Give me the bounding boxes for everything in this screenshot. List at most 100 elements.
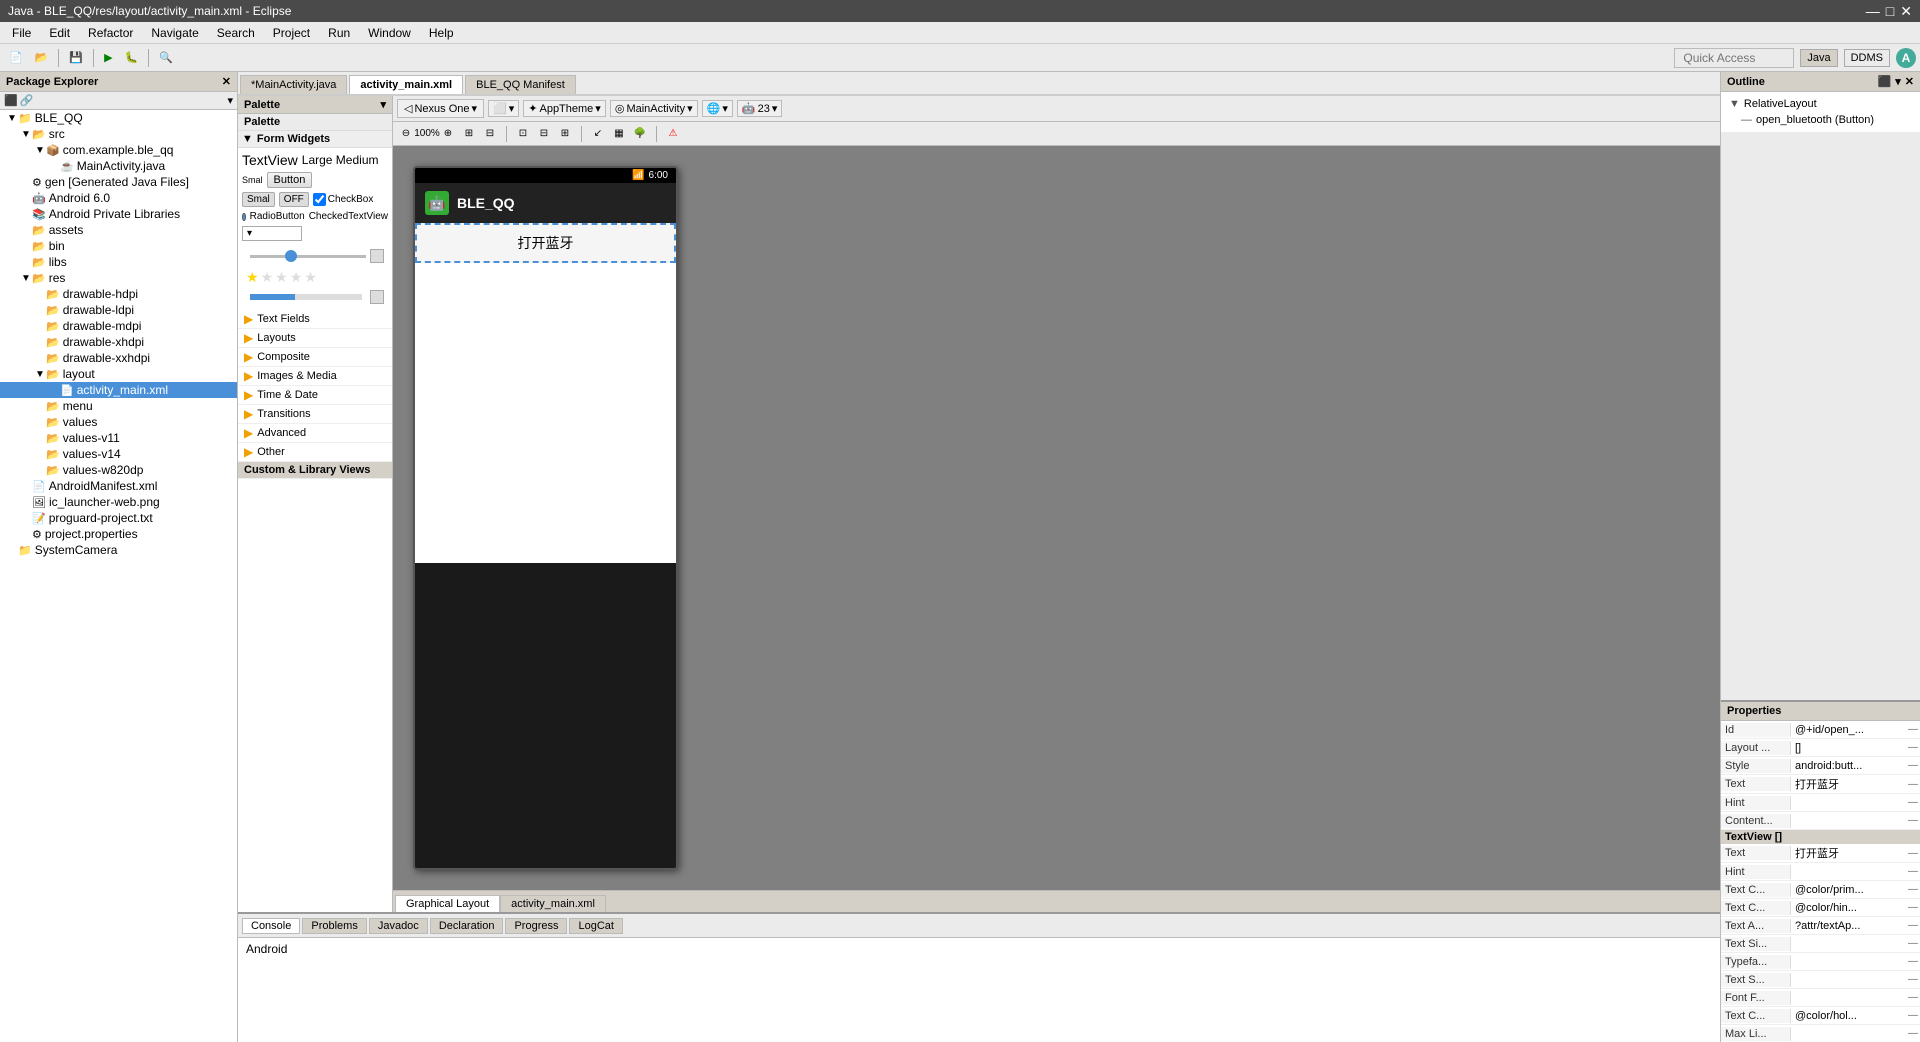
theme-dropdown[interactable]: ✦ AppTheme ▾ <box>523 100 606 117</box>
activity-dropdown[interactable]: ◎ MainActivity ▾ <box>610 100 698 117</box>
show-bounds-icon[interactable]: ⊡ <box>514 125 532 143</box>
tree-item-12[interactable]: 📂drawable-ldpi <box>0 302 237 318</box>
prop-action-2[interactable]: — <box>1906 760 1920 771</box>
palette-images-media[interactable]: ▶ Images & Media <box>238 367 392 386</box>
tree-item-7[interactable]: 📂assets <box>0 222 237 238</box>
prop-row-1[interactable]: Layout ...[]— <box>1721 739 1920 757</box>
hierarchy-icon[interactable]: 🌳 <box>631 125 649 143</box>
toolbar-search-btn[interactable]: 🔍 <box>154 48 178 67</box>
prop-action-1[interactable]: — <box>1906 742 1920 753</box>
tree-item-18[interactable]: 📂menu <box>0 398 237 414</box>
console-tab-console[interactable]: Console <box>242 918 300 934</box>
orientation-btn[interactable]: ⬜ ▾ <box>488 100 519 117</box>
open-bluetooth-button[interactable]: 打开蓝牙 <box>415 223 676 263</box>
locale-dropdown[interactable]: 🌐 ▾ <box>702 100 733 117</box>
perspectives-btn[interactable]: Java <box>1800 49 1837 67</box>
tree-item-15[interactable]: 📂drawable-xxhdpi <box>0 350 237 366</box>
menu-item-search[interactable]: Search <box>209 24 263 42</box>
togglebutton-widget[interactable]: Smal <box>242 192 275 207</box>
device-dropdown[interactable]: ◁ Nexus One ▾ <box>397 99 484 118</box>
tree-item-27[interactable]: 📁SystemCamera <box>0 542 237 558</box>
prop-action-8[interactable]: — <box>1906 866 1920 877</box>
tree-item-9[interactable]: 📂libs <box>0 254 237 270</box>
spinner-widget[interactable]: ▾ <box>242 226 302 241</box>
prop-action-17[interactable]: — <box>1906 1028 1920 1039</box>
close-button[interactable]: ✕ <box>1900 3 1912 20</box>
toolbar-save-btn[interactable]: 💾 <box>64 48 88 67</box>
console-tab-logcat[interactable]: LogCat <box>569 918 622 934</box>
prop-row-15[interactable]: Font F...— <box>1721 989 1920 1007</box>
prop-row-0[interactable]: Id@+id/open_...— <box>1721 721 1920 739</box>
layout-params-icon[interactable]: ▦ <box>610 125 628 143</box>
tree-item-21[interactable]: 📂values-v14 <box>0 446 237 462</box>
prop-action-16[interactable]: — <box>1906 1010 1920 1021</box>
tree-item-22[interactable]: 📂values-w820dp <box>0 462 237 478</box>
zoom-fit-icon[interactable]: ⊞ <box>460 125 478 143</box>
maximize-button[interactable]: □ <box>1886 3 1894 20</box>
api-dropdown[interactable]: 🤖 23 ▾ <box>737 100 782 117</box>
outline-relative-layout[interactable]: ▼ RelativeLayout <box>1725 96 1916 112</box>
tree-item-11[interactable]: 📂drawable-hdpi <box>0 286 237 302</box>
toolbar-run-btn[interactable]: ▶ <box>99 48 117 67</box>
prop-row-2[interactable]: Styleandroid:butt...— <box>1721 757 1920 775</box>
tree-item-26[interactable]: ⚙project.properties <box>0 526 237 542</box>
prop-action-4[interactable]: — <box>1906 797 1920 808</box>
prop-action-15[interactable]: — <box>1906 992 1920 1003</box>
editor-tab-ble-qq-manifest[interactable]: BLE_QQ Manifest <box>465 75 576 94</box>
checkedtextview-label[interactable]: CheckedTextView <box>309 211 388 222</box>
textview-small[interactable]: Smal <box>242 175 263 185</box>
editor-tab-activity-main-xml[interactable]: activity_main.xml <box>349 75 463 94</box>
tree-item-16[interactable]: ▼📂layout <box>0 366 237 382</box>
toolbar-open-btn[interactable]: 📂 <box>30 48 54 67</box>
phone-content[interactable]: 打开蓝牙 <box>415 223 676 563</box>
tree-item-24[interactable]: 🖼ic_launcher-web.png <box>0 494 237 510</box>
menu-item-help[interactable]: Help <box>421 24 462 42</box>
outline-button-item[interactable]: — open_bluetooth (Button) <box>1725 112 1916 128</box>
editor-tab--mainactivity-java[interactable]: *MainActivity.java <box>240 75 347 94</box>
console-tab-declaration[interactable]: Declaration <box>430 918 504 934</box>
palette-custom-library[interactable]: Custom & Library Views <box>238 462 392 479</box>
prop-row-10[interactable]: Text C...@color/hin...— <box>1721 899 1920 917</box>
menu-item-edit[interactable]: Edit <box>41 24 78 42</box>
prop-action-3[interactable]: — <box>1906 779 1920 790</box>
tree-item-10[interactable]: ▼📂res <box>0 270 237 286</box>
menu-item-file[interactable]: File <box>4 24 39 42</box>
prop-row-9[interactable]: Text C...@color/prim...— <box>1721 881 1920 899</box>
tree-item-5[interactable]: 🤖Android 6.0 <box>0 190 237 206</box>
prop-row-12[interactable]: Text Si...— <box>1721 935 1920 953</box>
prop-row-5[interactable]: Content...— <box>1721 812 1920 830</box>
outline-collapse-btn[interactable]: ⬛ <box>1878 75 1892 88</box>
menu-item-run[interactable]: Run <box>320 24 358 42</box>
prop-action-10[interactable]: — <box>1906 902 1920 913</box>
zoom-in-icon[interactable]: ⊕ <box>439 125 457 143</box>
show-margins-icon[interactable]: ⊟ <box>535 125 553 143</box>
menu-item-window[interactable]: Window <box>360 24 419 42</box>
outline-close-btn[interactable]: ✕ <box>1905 75 1914 88</box>
tree-item-4[interactable]: ⚙gen [Generated Java Files] <box>0 174 237 190</box>
toolbar-new-btn[interactable]: 📄 <box>4 48 28 67</box>
prop-action-7[interactable]: — <box>1906 848 1920 859</box>
zoom-width-icon[interactable]: ⊟ <box>481 125 499 143</box>
ddms-btn[interactable]: DDMS <box>1844 49 1890 67</box>
textview-medium[interactable]: Large Medium <box>302 153 379 167</box>
console-tab-progress[interactable]: Progress <box>505 918 567 934</box>
checkbox-widget[interactable]: CheckBox <box>313 193 374 206</box>
palette-text-fields[interactable]: ▶ Text Fields <box>238 310 392 329</box>
console-tab-problems[interactable]: Problems <box>302 918 366 934</box>
palette-composite[interactable]: ▶ Composite <box>238 348 392 367</box>
palette-other[interactable]: ▶ Other <box>238 443 392 462</box>
tree-item-1[interactable]: ▼📂src <box>0 126 237 142</box>
zoom-out-icon[interactable]: ⊖ <box>397 125 415 143</box>
palette-time-date[interactable]: ▶ Time & Date <box>238 386 392 405</box>
prop-row-4[interactable]: Hint— <box>1721 794 1920 812</box>
prop-row-16[interactable]: Text C...@color/hol...— <box>1721 1007 1920 1025</box>
tree-item-2[interactable]: ▼📦com.example.ble_qq <box>0 142 237 158</box>
pkg-link-editor-btn[interactable]: 🔗 <box>20 94 34 107</box>
move-into-icon[interactable]: ↙ <box>589 125 607 143</box>
menu-item-refactor[interactable]: Refactor <box>80 24 141 42</box>
prop-action-9[interactable]: — <box>1906 884 1920 895</box>
prop-row-8[interactable]: Hint— <box>1721 863 1920 881</box>
prop-row-3[interactable]: Text打开蓝牙— <box>1721 775 1920 794</box>
minimize-button[interactable]: — <box>1866 3 1880 20</box>
menu-item-navigate[interactable]: Navigate <box>143 24 206 42</box>
